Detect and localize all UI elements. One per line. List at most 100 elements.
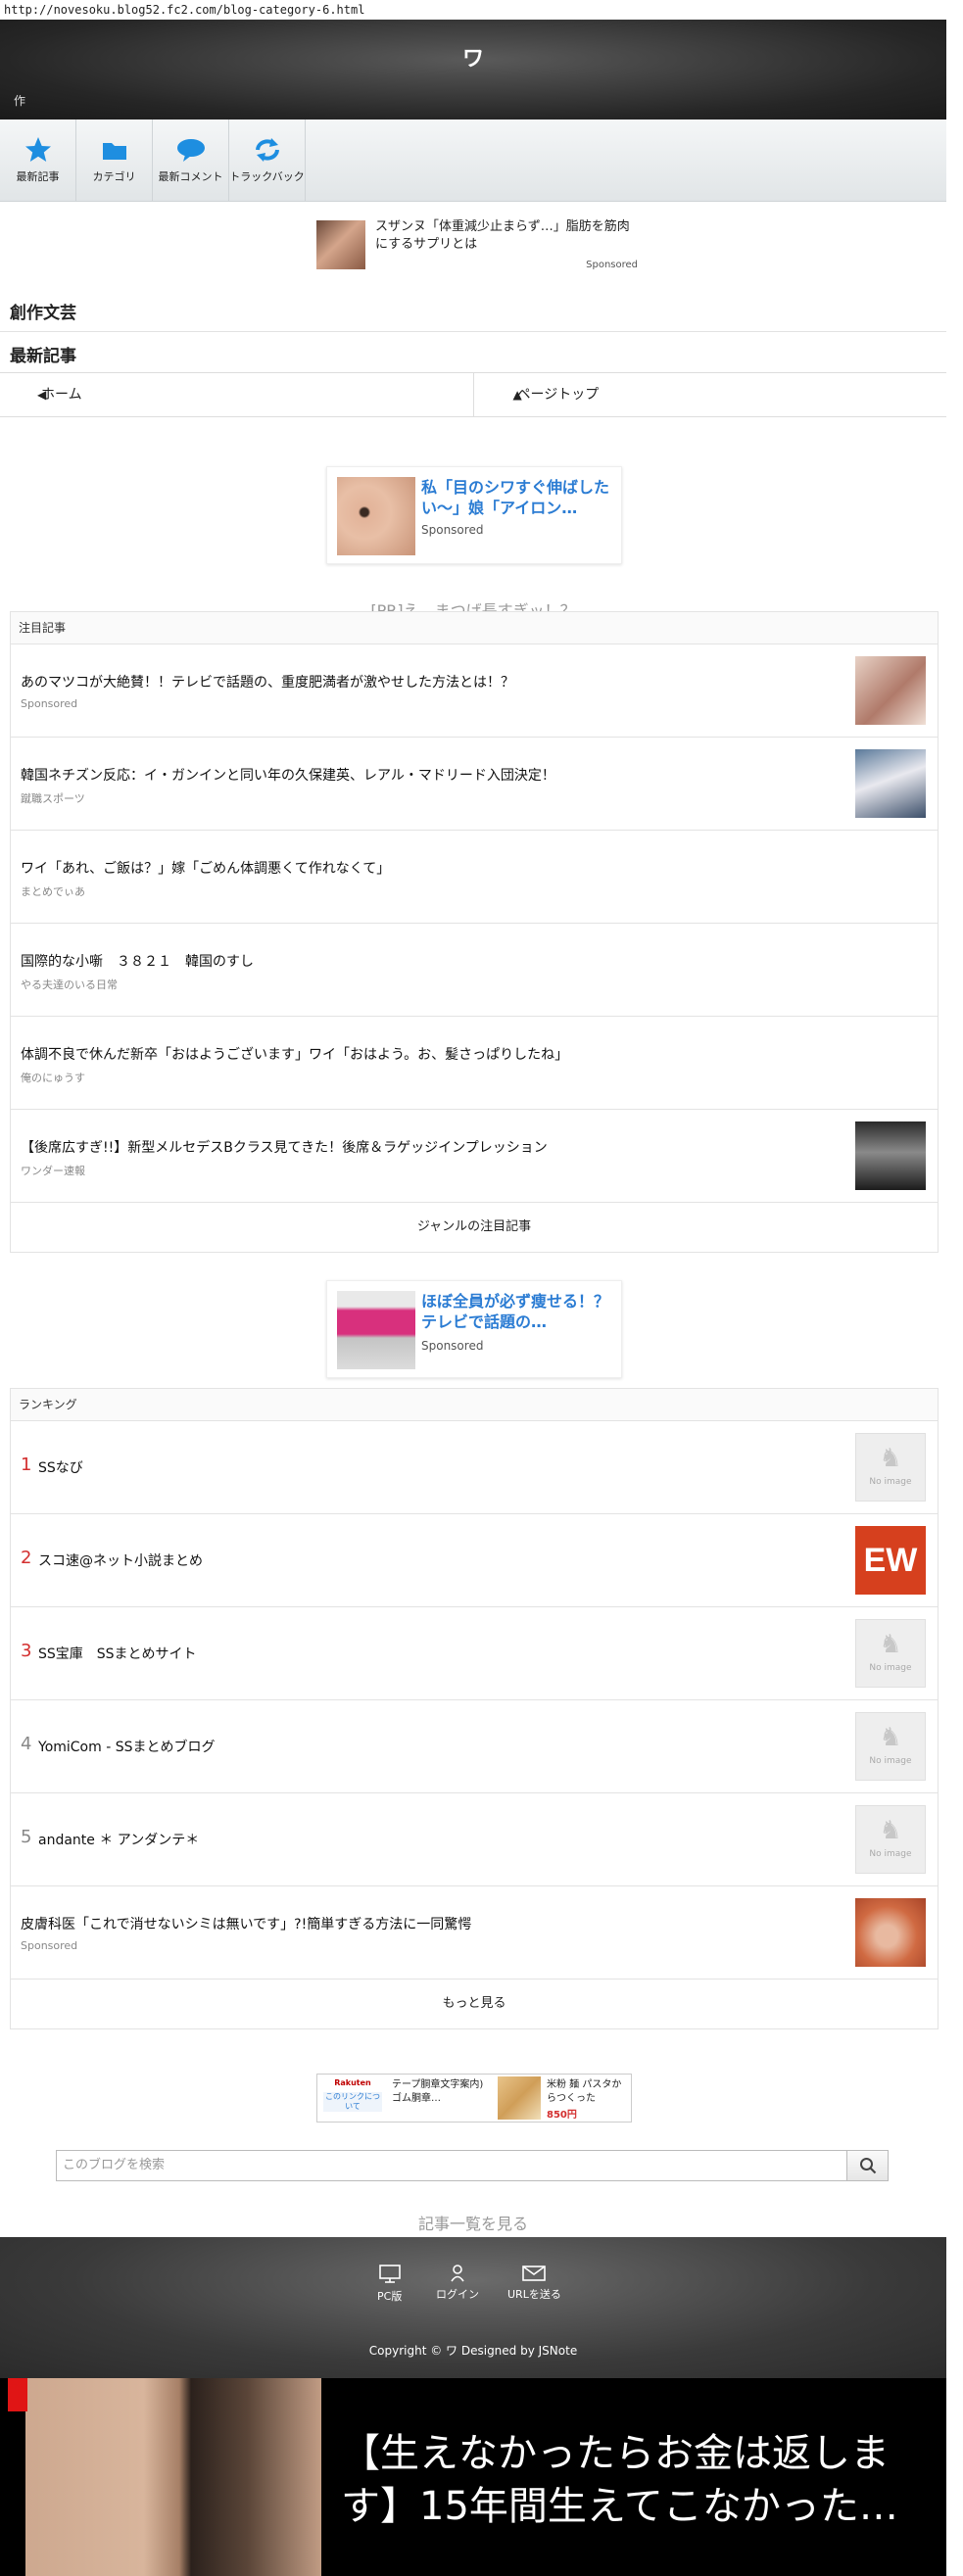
about-link[interactable]: このリンクについて — [323, 2092, 382, 2112]
home-label: ホーム — [41, 387, 82, 403]
item-thumbnail — [855, 1898, 926, 1967]
comment-icon — [153, 135, 228, 165]
genre-featured-link[interactable]: ジャンルの注目記事 — [11, 1203, 938, 1252]
nav-label: 最新コメント — [158, 170, 223, 183]
item-thumbnail — [855, 656, 926, 725]
ad-title: ほぼ全員が必ず痩せる！？テレビで話題の… — [421, 1292, 610, 1331]
login-link[interactable]: ログイン — [436, 2264, 479, 2302]
trackback-icon — [229, 135, 305, 165]
featured-panel: 注目記事 あのマツコが大絶賛！！テレビで話題の、重度肥満者が激やせした方法とは！… — [10, 611, 939, 1253]
top-ad[interactable]: スザンヌ「体重減少止まらず…」脂肪を筋肉にするサプリとは Sponsored — [316, 218, 638, 277]
item-thumbnail — [855, 749, 926, 818]
product-text: テープ胴章文字案内)ゴム胴章… — [392, 2079, 484, 2104]
item-source: まとめでぃあ — [21, 885, 85, 898]
user-icon — [451, 2265, 464, 2282]
item-title: 国際的な小噺 ３８２１ 韓国のすし — [21, 954, 254, 970]
sponsored-label: Sponsored — [421, 523, 484, 537]
ranking-panel: ランキング 1 SSなび ♞ No image 2 スコ速@ネット小説まとめ E… — [10, 1388, 939, 2029]
nav-label: カテゴリ — [92, 170, 136, 183]
pc-version-link[interactable]: PC版 — [377, 2264, 402, 2304]
rank-title: YomiCom - SSまとめブログ — [38, 1740, 216, 1755]
unicorn-icon: ♞ — [879, 1444, 902, 1473]
monitor-icon — [378, 2265, 401, 2283]
list-item[interactable]: あのマツコが大絶賛！！テレビで話題の、重度肥満者が激やせした方法とは！？ Spo… — [11, 644, 938, 738]
nav-latest-comments[interactable]: 最新コメント — [153, 119, 229, 201]
item-title: 韓国ネチズン反応：イ・ガンインと同い年の久保建英、レアル・マドリード入団決定！ — [21, 768, 555, 784]
blog-search: このブログを検索 — [56, 2150, 889, 2181]
blog-title[interactable]: ワ — [0, 41, 946, 72]
ranking-thumbnail: EW — [855, 1526, 926, 1595]
ranking-item[interactable]: 4 YomiCom - SSまとめブログ ♞ No image — [11, 1700, 938, 1793]
search-button[interactable] — [847, 2150, 889, 2181]
nav-latest-articles[interactable]: 最新記事 — [0, 119, 76, 201]
rakuten-logo[interactable]: Rakuten — [323, 2078, 382, 2087]
list-item[interactable]: 体調不良で休んだ新卒「おはようございます」ワイ「おはよう。お、髪さっぱりしたね」… — [11, 1017, 938, 1110]
main-nav: 最新記事 カテゴリ 最新コメント トラックバック — [0, 119, 946, 202]
item-source: 俺のにゅうす — [21, 1072, 85, 1084]
list-item[interactable]: 国際的な小噺 ３８２１ 韓国のすし やる夫達のいる日常 — [11, 924, 938, 1017]
site-footer: PC版 ログイン URLを送る Copyright © ワ Designed b… — [0, 2237, 946, 2380]
sponsored-item[interactable]: 皮膚科医「これで消せないシミは無いです」?!簡単すぎる方法に一同驚愕 Spons… — [11, 1886, 938, 1980]
native-ad[interactable]: 私「目のシワすぐ伸ばしたい〜」娘「アイロン… Sponsored — [326, 466, 622, 564]
nav-trackback[interactable]: トラックバック — [229, 119, 306, 201]
pagetop-label: ページトップ — [516, 387, 600, 403]
product-text: 米粉 麺 パスタからつくった — [547, 2079, 622, 2104]
no-image-placeholder: ♞ No image — [855, 1433, 926, 1502]
bottom-banner-ad[interactable]: 【生えなかったらお金は返します】15年間生えてこなかった… — [0, 2378, 946, 2576]
login-label: ログイン — [436, 2288, 479, 2301]
no-image-label: No image — [869, 1849, 912, 1859]
all-articles-link[interactable]: 記事一覧を見る — [0, 2211, 946, 2234]
copyright: Copyright © ワ Designed by JSNote — [368, 2344, 578, 2358]
rank-number: 4 — [21, 1734, 32, 1754]
scrollbar[interactable] — [946, 20, 963, 2556]
sponsored-label: Sponsored — [586, 260, 638, 270]
item-thumbnail — [855, 1121, 926, 1190]
banner-image — [25, 2378, 321, 2576]
nav-category[interactable]: カテゴリ — [76, 119, 153, 201]
rakuten-ad[interactable]: Rakuten このリンクについて テープ胴章文字案内)ゴム胴章… 米粉 麺 パ… — [316, 2074, 632, 2123]
search-icon — [859, 2158, 876, 2174]
rank-number: 5 — [21, 1827, 32, 1847]
list-item[interactable]: 【後席広すぎ!!】新型メルセデスBクラス見てきた！後席＆ラゲッジインプレッション… — [11, 1110, 938, 1203]
page: ワ 作 最新記事 カテゴリ 最新コメント トラックバック スザンヌ「体重減少止ま… — [0, 20, 947, 2576]
ranking-item[interactable]: 2 スコ速@ネット小説まとめ EW — [11, 1514, 938, 1607]
ad-text: スザンヌ「体重減少止まらず…」脂肪を筋肉にするサプリとは — [375, 219, 630, 252]
blog-subtitle: 作 — [14, 94, 26, 108]
search-input[interactable]: このブログを検索 — [56, 2150, 847, 2181]
item-title: あのマツコが大絶賛！！テレビで話題の、重度肥満者が激やせした方法とは！？ — [21, 675, 514, 691]
send-url-label: URLを送る — [507, 2288, 561, 2301]
ranking-item[interactable]: 1 SSなび ♞ No image — [11, 1421, 938, 1514]
mail-icon — [522, 2266, 547, 2281]
category-title: 創作文芸 — [10, 304, 76, 323]
rank-number: 2 — [21, 1548, 32, 1568]
nav-label: トラックバック — [229, 170, 305, 183]
item-title: 体調不良で休んだ新卒「おはようございます」ワイ「おはよう。お、髪さっぱりしたね」 — [21, 1047, 569, 1063]
ranking-item[interactable]: 5 andante ＊ アンダンテ＊ ♞ No image — [11, 1793, 938, 1886]
sponsored-label: Sponsored — [421, 1339, 484, 1353]
banner-text: 【生えなかったらお金は返します】15年間生えてこなかった… — [341, 2431, 898, 2529]
list-item[interactable]: ワイ「あれ、ご飯は？」嫁「ごめん体調悪くて作れなくて」 まとめでぃあ — [11, 831, 938, 924]
no-image-label: No image — [869, 1756, 912, 1766]
address-bar[interactable]: http://novesoku.blog52.fc2.com/blog-cate… — [0, 0, 963, 20]
ranking-item[interactable]: 3 SS宝庫 SSまとめサイト ♞ No image — [11, 1607, 938, 1700]
send-url-link[interactable]: URLを送る — [507, 2264, 561, 2302]
ad-thumbnail — [316, 220, 365, 269]
ad-title: 私「目のシワすぐ伸ばしたい〜」娘「アイロン… — [421, 478, 610, 517]
rank-title: SS宝庫 SSまとめサイト — [38, 1646, 197, 1662]
rank-title: スコ速@ネット小説まとめ — [38, 1553, 203, 1569]
rank-number: 1 — [21, 1455, 32, 1475]
unicorn-icon: ♞ — [879, 1816, 902, 1845]
pagetop-link[interactable]: ▲ ページトップ — [472, 373, 947, 416]
pc-version-label: PC版 — [377, 2290, 403, 2303]
folder-icon — [76, 135, 152, 165]
list-item[interactable]: 韓国ネチズン反応：イ・ガンインと同い年の久保建英、レアル・マドリード入団決定！ … — [11, 738, 938, 831]
native-ad[interactable]: ほぼ全員が必ず痩せる！？テレビで話題の… Sponsored — [326, 1280, 622, 1378]
star-icon — [0, 135, 75, 165]
nav-label: 最新記事 — [16, 170, 60, 183]
panel-header: 注目記事 — [11, 612, 938, 644]
home-link[interactable]: ◀ ホーム — [0, 373, 473, 416]
more-link[interactable]: もっと見る — [11, 1980, 938, 2028]
divider — [0, 331, 946, 332]
no-image-placeholder: ♞ No image — [855, 1712, 926, 1781]
ad-thumbnail — [337, 1291, 415, 1369]
